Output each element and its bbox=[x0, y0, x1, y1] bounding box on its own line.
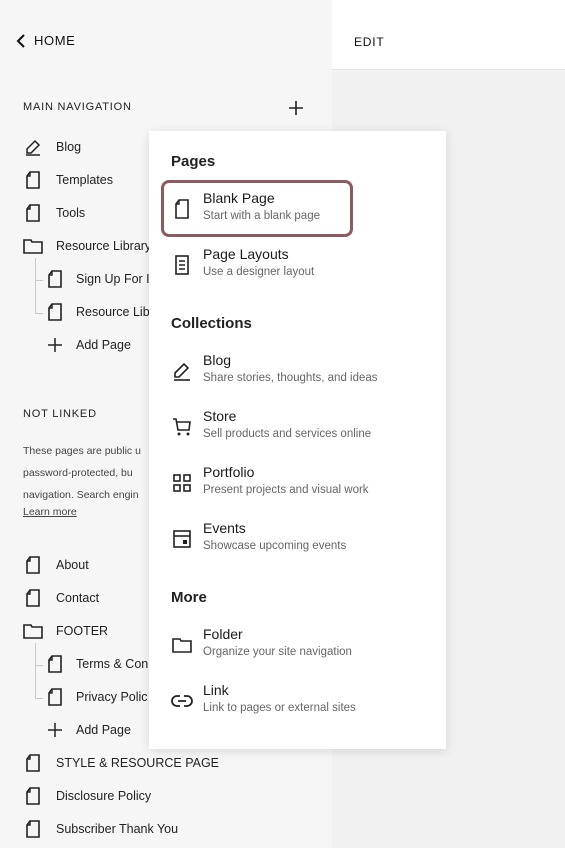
section-heading-pages: Pages bbox=[171, 153, 216, 170]
grid-icon bbox=[171, 472, 193, 494]
menu-item-subtitle: Use a designer layout bbox=[203, 266, 315, 278]
menu-item-title: Portfolio bbox=[203, 464, 255, 480]
menu-item-blog[interactable]: Blog Share stories, thoughts, and ideas bbox=[171, 351, 421, 397]
add-page-button[interactable]: Add Page bbox=[45, 335, 131, 355]
nav-item-templates[interactable]: Templates bbox=[23, 170, 113, 190]
nav-item-label: Disclosure Policy bbox=[56, 789, 152, 803]
menu-item-title: Blog bbox=[203, 352, 232, 368]
nav-item-label: Terms & Con bbox=[76, 657, 149, 671]
tree-connector bbox=[35, 258, 36, 313]
nav-item-label: Privacy Polic bbox=[76, 690, 148, 704]
menu-item-events[interactable]: Events Showcase upcoming events bbox=[171, 519, 421, 565]
nav-item-label: Resource Library bbox=[56, 239, 152, 253]
menu-item-title: Store bbox=[203, 408, 237, 424]
menu-item-subtitle: Showcase upcoming events bbox=[203, 540, 347, 552]
menu-item-title: Events bbox=[203, 520, 246, 536]
section-heading-more: More bbox=[171, 589, 207, 606]
menu-item-subtitle: Link to pages or external sites bbox=[203, 702, 356, 714]
main-navigation-heading: MAIN NAVIGATION bbox=[23, 101, 132, 113]
nav-item-sign-up[interactable]: Sign Up For I bbox=[45, 269, 150, 289]
page-icon bbox=[23, 786, 43, 806]
menu-item-title: Folder bbox=[203, 626, 243, 642]
cart-icon bbox=[171, 416, 193, 438]
menu-item-page-layouts[interactable]: Page Layouts Use a designer layout bbox=[171, 245, 421, 291]
menu-item-title: Link bbox=[203, 682, 229, 698]
nav-item-disclosure[interactable]: Disclosure Policy bbox=[23, 786, 151, 806]
nav-item-label: STYLE & RESOURCE PAGE bbox=[56, 756, 220, 770]
page-icon bbox=[23, 555, 43, 575]
menu-item-title: Page Layouts bbox=[203, 246, 289, 262]
menu-item-link[interactable]: Link Link to pages or external sites bbox=[171, 681, 421, 727]
folder-icon bbox=[171, 634, 193, 656]
not-linked-heading: NOT LINKED bbox=[23, 408, 97, 420]
nav-item-resource-library[interactable]: Resource Library bbox=[23, 236, 151, 256]
add-page-button[interactable]: Add Page bbox=[45, 720, 131, 740]
page-icon bbox=[45, 269, 65, 289]
nav-item-about[interactable]: About bbox=[23, 555, 89, 575]
section-heading-collections: Collections bbox=[171, 315, 252, 332]
layout-icon bbox=[171, 254, 193, 276]
menu-item-subtitle: Organize your site navigation bbox=[203, 646, 352, 658]
menu-item-subtitle: Present projects and visual work bbox=[203, 484, 369, 496]
nav-item-blog[interactable]: Blog bbox=[23, 137, 81, 157]
nav-item-resource-lib[interactable]: Resource Lib bbox=[45, 302, 150, 322]
plus-icon bbox=[45, 335, 65, 355]
nav-item-label: Subscriber Thank You bbox=[56, 822, 179, 836]
add-page-label: Add Page bbox=[76, 723, 131, 737]
page-icon bbox=[45, 687, 65, 707]
menu-item-store[interactable]: Store Sell products and services online bbox=[171, 407, 421, 453]
nav-item-label: Tools bbox=[56, 206, 86, 220]
page-icon bbox=[23, 203, 43, 223]
nav-item-label: About bbox=[56, 558, 89, 572]
home-label: HOME bbox=[34, 33, 76, 48]
home-back-link[interactable]: HOME bbox=[16, 33, 75, 48]
nav-item-contact[interactable]: Contact bbox=[23, 588, 99, 608]
page-icon bbox=[23, 588, 43, 608]
tree-connector bbox=[35, 698, 43, 699]
nav-item-footer[interactable]: FOOTER bbox=[23, 621, 108, 641]
page-icon bbox=[23, 170, 43, 190]
menu-item-portfolio[interactable]: Portfolio Present projects and visual wor… bbox=[171, 463, 421, 509]
tree-connector bbox=[35, 643, 36, 698]
nav-item-label: FOOTER bbox=[56, 624, 109, 638]
blog-pen-icon bbox=[23, 137, 43, 157]
nav-item-tools[interactable]: Tools bbox=[23, 203, 85, 223]
nav-item-label: Templates bbox=[56, 173, 113, 187]
tree-connector bbox=[35, 280, 43, 281]
calendar-icon bbox=[171, 528, 193, 550]
chevron-left-icon bbox=[16, 33, 25, 48]
learn-more-link[interactable]: Learn more bbox=[23, 506, 77, 518]
nav-item-label: Contact bbox=[56, 591, 100, 605]
folder-icon bbox=[23, 236, 43, 256]
nav-item-terms[interactable]: Terms & Con bbox=[45, 654, 148, 674]
nav-item-style-resource[interactable]: STYLE & RESOURCE PAGE bbox=[23, 753, 219, 773]
tree-connector bbox=[35, 313, 43, 314]
folder-icon bbox=[23, 621, 43, 641]
page-icon bbox=[45, 302, 65, 322]
link-icon bbox=[171, 690, 193, 712]
nav-item-subscriber-thank-you[interactable]: Subscriber Thank You bbox=[23, 819, 178, 839]
editor-header: EDIT bbox=[332, 0, 565, 70]
tree-connector bbox=[35, 665, 43, 666]
plus-icon bbox=[45, 720, 65, 740]
menu-item-subtitle: Sell products and services online bbox=[203, 428, 372, 440]
nav-item-label: Sign Up For I bbox=[76, 272, 150, 286]
page-icon bbox=[45, 654, 65, 674]
nav-item-label: Resource Lib bbox=[76, 305, 150, 319]
menu-item-subtitle: Share stories, thoughts, and ideas bbox=[203, 372, 378, 384]
blank-page-highlight bbox=[161, 180, 353, 237]
nav-item-privacy[interactable]: Privacy Polic bbox=[45, 687, 148, 707]
page-icon bbox=[23, 753, 43, 773]
blog-pen-icon bbox=[171, 360, 193, 382]
page-icon bbox=[23, 819, 43, 839]
edit-button[interactable]: EDIT bbox=[354, 35, 385, 49]
add-page-label: Add Page bbox=[76, 338, 131, 352]
nav-item-label: Blog bbox=[56, 140, 82, 154]
menu-item-folder[interactable]: Folder Organize your site navigation bbox=[171, 625, 421, 671]
add-page-plus-icon[interactable] bbox=[288, 100, 304, 116]
